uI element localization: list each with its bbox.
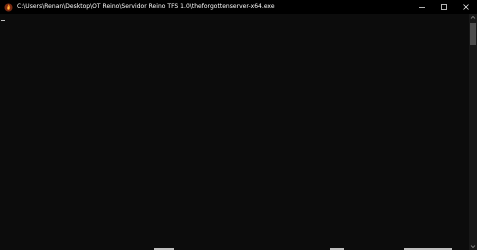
scroll-down-arrow-icon[interactable]: [469, 243, 477, 250]
minimize-icon: [419, 7, 425, 8]
vertical-scrollbar[interactable]: [469, 14, 477, 250]
window-controls: [411, 0, 477, 14]
close-icon: [463, 4, 469, 10]
text-cursor: [1, 20, 5, 21]
minimize-button[interactable]: [411, 0, 433, 14]
window-title: C:\Users\Renan\Desktop\OT Reino\Servidor…: [17, 3, 275, 10]
tfs-flame-icon[interactable]: [4, 3, 13, 12]
scroll-thumb[interactable]: [470, 23, 476, 45]
maximize-button[interactable]: [433, 0, 455, 14]
scroll-up-arrow-icon[interactable]: [469, 14, 477, 21]
console-output[interactable]: [0, 14, 469, 250]
maximize-icon: [441, 4, 447, 10]
title-bar[interactable]: C:\Users\Renan\Desktop\OT Reino\Servidor…: [0, 0, 477, 14]
close-button[interactable]: [455, 0, 477, 14]
